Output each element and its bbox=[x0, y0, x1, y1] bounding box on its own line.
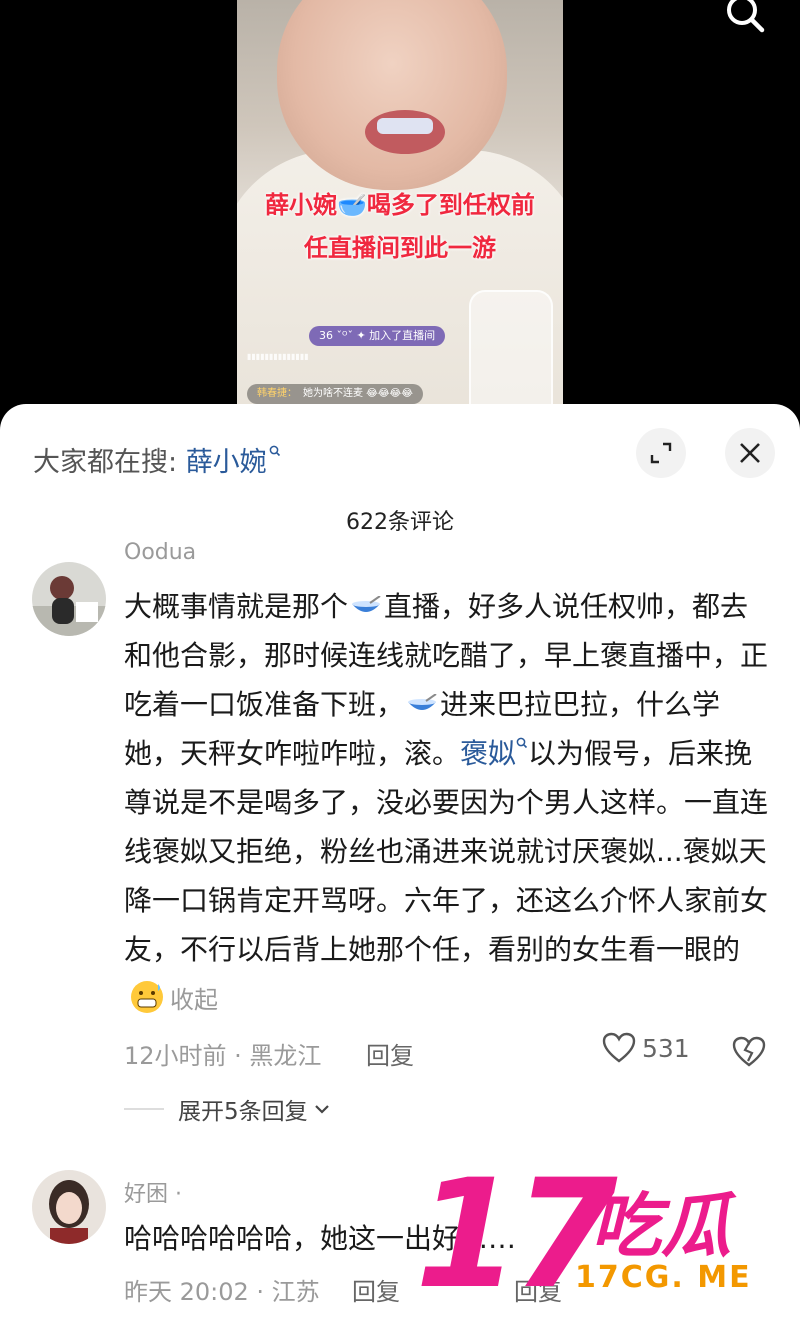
avatar[interactable] bbox=[32, 1170, 106, 1244]
live-video-area[interactable]: 薛小婉🥣喝多了到任权前 任直播间到此一游 36 ˇᴼˇ ✦ 加入了直播间 ▮▮▮… bbox=[0, 0, 800, 420]
live-comment-text: 她为啥不连麦 😂😂😂😂 bbox=[303, 388, 413, 399]
site-watermark: 17 吃瓜 17CG. ME bbox=[415, 1160, 785, 1340]
like-count: 531 bbox=[642, 1033, 690, 1063]
small-search-icon bbox=[269, 445, 280, 457]
video-caption-line1: 薛小婉🥣喝多了到任权前 bbox=[265, 191, 535, 219]
live-comment-nick: 韩春捷： bbox=[257, 388, 297, 399]
grimace-emoji-icon bbox=[131, 981, 163, 1013]
reply-button[interactable]: 回复 bbox=[366, 1036, 414, 1071]
search-suggestion-prefix: 大家都在搜: bbox=[33, 447, 186, 478]
expand-button[interactable] bbox=[636, 428, 686, 478]
comment-text: 大概事情就是那个 bbox=[124, 590, 349, 623]
avatar[interactable] bbox=[32, 562, 106, 636]
small-search-icon bbox=[516, 737, 528, 749]
divider-dash bbox=[124, 1108, 164, 1110]
watermark-chinese: 吃瓜 bbox=[591, 1185, 731, 1267]
comment-meta: 昨天 20:02 · 江苏 bbox=[124, 1278, 320, 1306]
video-frame[interactable]: 薛小婉🥣喝多了到任权前 任直播间到此一游 36 ˇᴼˇ ✦ 加入了直播间 ▮▮▮… bbox=[237, 0, 563, 420]
close-button[interactable] bbox=[725, 428, 775, 478]
video-person-teeth bbox=[377, 118, 433, 134]
like-button[interactable]: 531 bbox=[602, 1032, 690, 1064]
comment-keyword-link[interactable]: 褒姒 bbox=[460, 737, 516, 770]
video-caption-line2: 任直播间到此一游 bbox=[304, 234, 496, 262]
dislike-button[interactable] bbox=[732, 1034, 766, 1068]
search-suggestion[interactable]: 大家都在搜: 薛小婉 bbox=[33, 440, 281, 479]
comment-author[interactable]: 好困 · bbox=[124, 1176, 182, 1208]
comment-body: 大概事情就是那个 直播，好多人说任权帅，都去和他合影，那时候连线就吃醋了，早上褒直… bbox=[124, 582, 772, 1025]
comments-sheet: 大家都在搜: 薛小婉 622条评论 Oodua 大概事情就是那个 直播，好多人说任… bbox=[0, 404, 800, 1342]
chevron-down-icon bbox=[314, 1105, 329, 1114]
heart-icon bbox=[602, 1032, 636, 1063]
bowl-emoji-icon bbox=[408, 694, 437, 710]
platform-notice: ▮▮▮▮▮▮▮▮▮▮▮▮▮▮ bbox=[247, 352, 309, 361]
comment-text: 以为假号，后来挽尊说是不是喝多了，没必要因为个男人这样。一直连线褒姒又拒绝，粉丝… bbox=[124, 737, 769, 966]
expand-icon bbox=[650, 442, 672, 464]
comment-author[interactable]: Oodua bbox=[124, 540, 196, 565]
bowl-emoji-icon bbox=[352, 596, 381, 612]
live-comment: 韩春捷： 她为啥不连麦 😂😂😂😂 bbox=[247, 384, 423, 404]
water-bottle bbox=[469, 290, 553, 420]
expand-replies-button[interactable]: 展开5条回复 bbox=[124, 1092, 332, 1126]
join-notice: 36 ˇᴼˇ ✦ 加入了直播间 bbox=[309, 326, 446, 346]
expand-replies-label: 展开5条回复 bbox=[178, 1099, 308, 1125]
search-button[interactable] bbox=[724, 0, 768, 36]
search-icon bbox=[727, 0, 765, 33]
close-icon bbox=[740, 443, 760, 463]
collapse-link[interactable]: 收起 bbox=[170, 986, 218, 1014]
comment-meta: 12小时前 · 黑龙江 bbox=[124, 1042, 322, 1070]
reply-button[interactable]: 回复 bbox=[352, 1272, 400, 1307]
search-suggestion-keyword[interactable]: 薛小婉 bbox=[186, 447, 267, 478]
watermark-url: 17CG. ME bbox=[575, 1260, 752, 1295]
comment-item: Oodua 大概事情就是那个 直播，好多人说任权帅，都去和他合影，那时候连线就吃醋… bbox=[0, 532, 800, 1125]
